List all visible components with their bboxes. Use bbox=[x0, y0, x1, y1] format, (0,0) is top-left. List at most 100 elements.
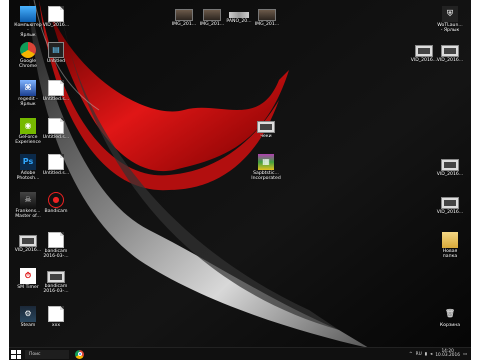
bandicam-icon: ● bbox=[48, 192, 64, 208]
desktop-icon[interactable]: ⛨ WoTLaun... - Ярлык bbox=[435, 6, 465, 33]
desktop-icon-label: bandicam 2016-03-... bbox=[43, 284, 69, 295]
desktop-icon[interactable]: VID_2016... bbox=[409, 42, 439, 63]
desktop-icon[interactable]: IMG_201... bbox=[252, 6, 282, 27]
document-icon bbox=[48, 6, 64, 22]
desktop-icon[interactable]: Ps Adobe Photosh... bbox=[13, 154, 43, 181]
desktop-icon[interactable]: 🗑 Корзина bbox=[435, 306, 465, 328]
desktop-icon[interactable]: Untitled.s... bbox=[41, 154, 71, 176]
desktop-icon[interactable]: bandicam 2016-03-... bbox=[41, 268, 71, 294]
desktop-icon-label: IMG_201... bbox=[171, 22, 197, 27]
desktop-icon-label: Компьютер - Ярлык bbox=[14, 23, 42, 39]
desktop-icon[interactable]: ⚙ Steam bbox=[13, 306, 43, 328]
recycle-bin-icon: 🗑 bbox=[444, 309, 456, 319]
video-file-icon bbox=[257, 121, 275, 133]
document-icon bbox=[48, 80, 64, 96]
video-file-icon bbox=[47, 271, 65, 283]
desktop-icon[interactable]: ● Bandicam bbox=[41, 192, 71, 214]
desktop-icon[interactable]: Untitled.s... bbox=[41, 118, 71, 140]
image-file-icon bbox=[175, 9, 193, 21]
desktop-icon[interactable]: bandicam 2016-03-... bbox=[41, 232, 71, 259]
steam-icon: ⚙ bbox=[20, 306, 36, 322]
letterbox-right bbox=[471, 0, 480, 360]
desktop-icon-label: Frankens... Master of... bbox=[15, 209, 41, 220]
desktop-icon-label: VID_2016... bbox=[42, 23, 70, 28]
image-file-icon bbox=[203, 9, 221, 21]
desktop-icon-label: Google Chrome bbox=[18, 59, 38, 70]
desktop-icon[interactable]: ◉ GeForce Experience bbox=[13, 118, 43, 145]
desktop-icon-label: PANO_20... bbox=[226, 19, 252, 24]
volume-icon[interactable]: ◂ bbox=[430, 352, 432, 357]
desktop-icon-label: VID_2016... bbox=[436, 210, 464, 215]
game-icon: ☠ bbox=[20, 192, 36, 208]
photoshop-icon: Ps bbox=[20, 154, 36, 170]
video-file-icon bbox=[441, 197, 459, 209]
wot-icon: ⛨ bbox=[442, 6, 458, 22]
panorama-file-icon bbox=[229, 12, 249, 18]
desktop-icon-label: IMG_201... bbox=[199, 22, 225, 27]
letterbox-left bbox=[0, 0, 9, 360]
desktop-icon-label: VID_2016... bbox=[436, 58, 464, 63]
desktop-icon[interactable]: Untitled.s... bbox=[41, 80, 71, 102]
document-icon bbox=[48, 118, 64, 134]
desktop-icon-label: bandicam 2016-03-... bbox=[43, 249, 69, 260]
video-file-icon bbox=[415, 45, 433, 57]
desktop-icon[interactable]: IMG_201... bbox=[169, 6, 199, 27]
desktop-icon[interactable]: xxx bbox=[41, 306, 71, 328]
desktop-icon[interactable]: ▤ Untitled bbox=[41, 42, 71, 64]
desktop-icon-label: Adobe Photosh... bbox=[16, 171, 40, 182]
chrome-taskbar-icon[interactable] bbox=[75, 349, 84, 359]
geforce-icon: ◉ bbox=[20, 118, 36, 134]
desktop-icon[interactable]: ⏱ SM Timer bbox=[13, 268, 43, 290]
desktop-icon[interactable]: Компьютер - Ярлык bbox=[13, 6, 43, 39]
start-button[interactable] bbox=[11, 349, 21, 359]
video-file-icon bbox=[441, 45, 459, 57]
desktop-icon[interactable]: IMG_201... bbox=[197, 6, 227, 27]
clock[interactable]: 14:20 10.03.2016 bbox=[435, 349, 460, 359]
chrome-icon bbox=[20, 42, 36, 58]
clock-date: 10.03.2016 bbox=[435, 353, 460, 358]
desktop-icon[interactable]: ▦ Sapbtstic... Incorporated bbox=[251, 154, 281, 181]
system-tray: ^ RU ▮ ◂ 14:20 10.03.2016 ▭ bbox=[409, 349, 471, 359]
desktop-icon[interactable]: VID_2016... bbox=[435, 156, 465, 177]
desktop-icon-label: Sapbtstic... Incorporated bbox=[251, 171, 281, 182]
document-icon bbox=[48, 154, 64, 170]
notifications-icon[interactable]: ▭ bbox=[463, 352, 467, 357]
desktop-icon-label: Steam bbox=[20, 323, 36, 328]
language-indicator[interactable]: RU bbox=[416, 352, 422, 357]
desktop-icon-label: чеки bbox=[260, 134, 272, 139]
desktop-icon-label: GeForce Experience bbox=[15, 135, 41, 146]
desktop-icon-label: VID_2016... bbox=[436, 172, 464, 177]
search-box[interactable]: Поис bbox=[25, 349, 69, 359]
desktop-icon-label: SM Timer bbox=[17, 285, 39, 290]
desktop-icon-label: Untitled.s... bbox=[42, 135, 70, 140]
desktop-icon[interactable]: VID_2016... bbox=[41, 6, 71, 28]
desktop-icon[interactable]: Новая папка bbox=[435, 232, 465, 259]
desktop-icon[interactable]: ⌘ regedit - Ярлык bbox=[13, 80, 43, 107]
network-icon[interactable]: ▮ bbox=[425, 352, 427, 357]
desktop-wallpaper bbox=[9, 0, 471, 360]
desktop-icon-label: VID_2016... bbox=[14, 248, 42, 253]
desktop-icon-label: regedit - Ярлык bbox=[18, 97, 38, 108]
archive-icon: ▦ bbox=[258, 154, 274, 170]
regedit-icon: ⌘ bbox=[20, 80, 36, 96]
desktop-icon-label: VID_2016... bbox=[410, 58, 438, 63]
desktop-icon-label: IMG_201... bbox=[254, 22, 280, 27]
desktop-icon[interactable]: VID_2016... bbox=[435, 42, 465, 63]
desktop-icon-label: Untitled.s... bbox=[42, 97, 70, 102]
image-file-icon bbox=[258, 9, 276, 21]
dark-file-icon: ▤ bbox=[48, 42, 64, 58]
desktop-icon[interactable]: ☠ Frankens... Master of... bbox=[13, 192, 43, 219]
desktop-icon-label: Новая папка bbox=[442, 249, 458, 260]
desktop-icon[interactable]: чеки bbox=[251, 118, 281, 139]
timer-icon: ⏱ bbox=[20, 268, 36, 284]
video-file-icon bbox=[441, 159, 459, 171]
tray-chevron-icon[interactable]: ^ bbox=[409, 352, 413, 357]
desktop-icon-label: Untitled bbox=[46, 59, 66, 64]
desktop-icon[interactable]: VID_2016... bbox=[13, 232, 43, 253]
desktop-icon[interactable]: VID_2016... bbox=[435, 194, 465, 215]
desktop-icon[interactable]: Google Chrome bbox=[13, 42, 43, 69]
desktop-icon[interactable]: PANO_20... bbox=[224, 6, 254, 24]
taskbar: Поис ^ RU ▮ ◂ 14:20 10.03.2016 ▭ bbox=[9, 347, 471, 360]
document-icon bbox=[48, 306, 64, 322]
desktop-icon-label: xxx bbox=[51, 323, 61, 328]
